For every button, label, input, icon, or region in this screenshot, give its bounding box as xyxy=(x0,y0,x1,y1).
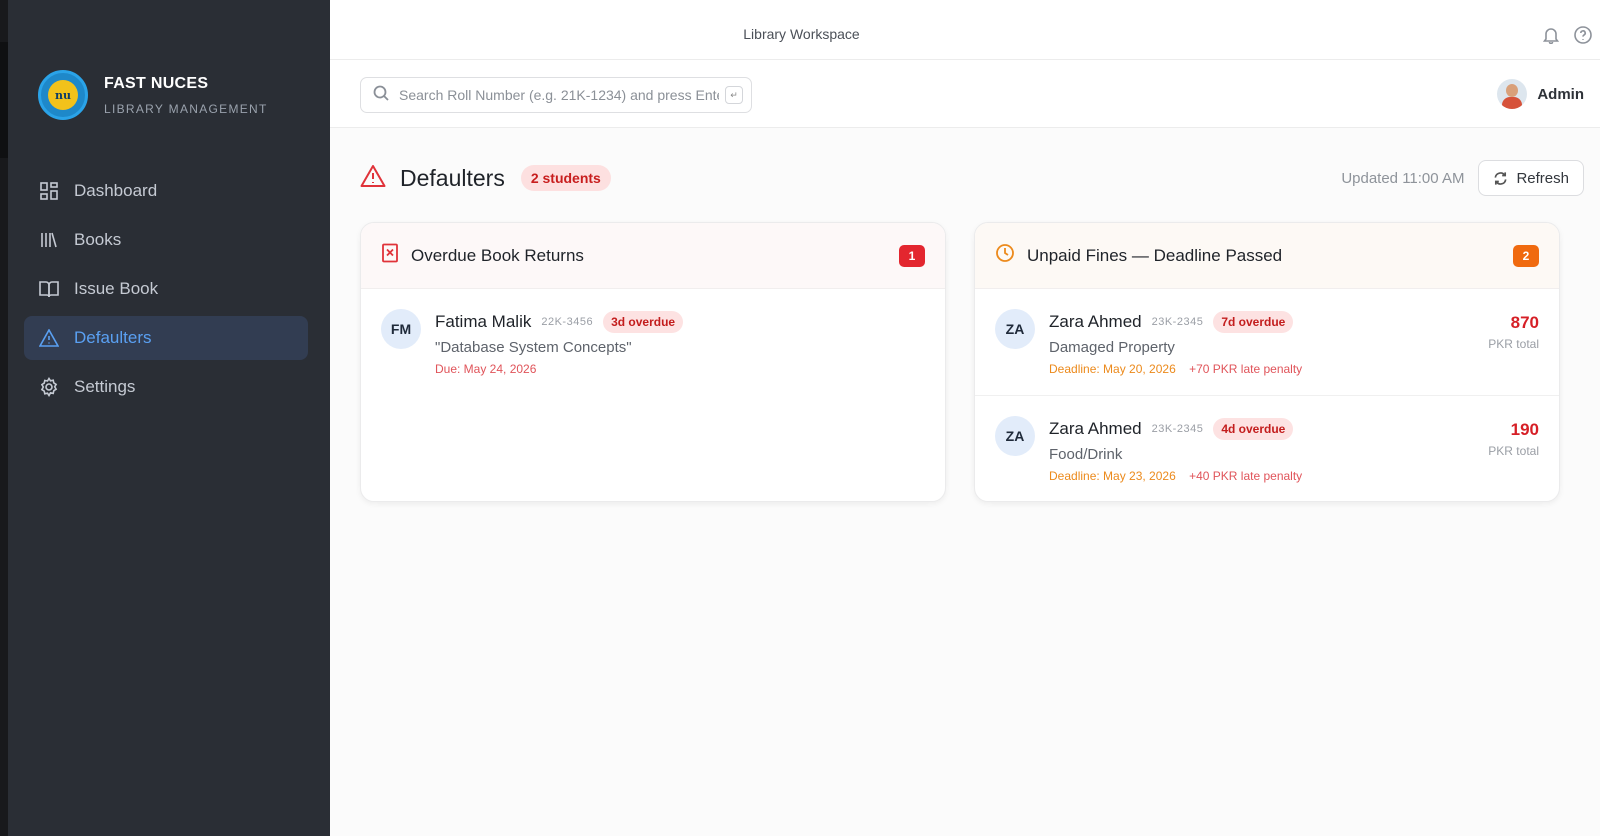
overdue-count-badge: 1 xyxy=(899,245,925,267)
brand: nu FAST NUCES LIBRARY MANAGEMENT xyxy=(38,70,268,120)
brand-title: FAST NUCES xyxy=(104,74,209,92)
search-bar: ↵ Admin xyxy=(330,60,1600,128)
brand-subtitle: LIBRARY MANAGEMENT xyxy=(104,101,268,116)
overdue-returns-card: Overdue Book Returns 1 FM Fatima Malik 2… xyxy=(360,222,946,502)
help-icon[interactable] xyxy=(1574,26,1592,49)
list-item[interactable]: ZA Zara Ahmed 23K-2345 7d overdue Damage… xyxy=(975,289,1559,395)
refresh-button[interactable]: Refresh xyxy=(1478,160,1584,196)
student-count-badge: 2 students xyxy=(520,165,611,191)
logo-text: nu xyxy=(55,88,71,102)
student-name: Zara Ahmed xyxy=(1049,312,1142,331)
student-avatar: FM xyxy=(381,309,421,349)
roll-number: 22K-3456 xyxy=(541,316,594,328)
overdue-badge: 4d overdue xyxy=(1213,418,1294,440)
main-content: Library Workspace ↵ Admin xyxy=(330,0,1600,836)
deadline-date: Deadline: May 20, 2026 xyxy=(1049,362,1176,376)
user-name: Admin xyxy=(1537,85,1584,103)
workspace-title: Library Workspace xyxy=(743,26,860,42)
fine-unit: PKR total xyxy=(1488,337,1539,351)
sidebar: nu FAST NUCES LIBRARY MANAGEMENT Dashboa… xyxy=(8,0,330,836)
app-window: nu FAST NUCES LIBRARY MANAGEMENT Dashboa… xyxy=(8,0,1600,836)
student-name: Zara Ahmed xyxy=(1049,419,1142,438)
book-x-icon xyxy=(381,243,399,268)
warning-icon xyxy=(38,327,60,349)
unpaid-fines-card: Unpaid Fines — Deadline Passed 2 ZA Zara… xyxy=(974,222,1560,502)
clock-icon xyxy=(995,243,1015,268)
roll-number: 23K-2345 xyxy=(1151,316,1204,328)
sidebar-item-label: Issue Book xyxy=(74,279,159,298)
open-book-icon xyxy=(38,278,60,300)
sidebar-nav: Dashboard Books Issue Book Defaulters Se… xyxy=(24,169,308,414)
refresh-icon xyxy=(1494,171,1507,185)
gear-icon xyxy=(38,376,60,398)
fine-unit: PKR total xyxy=(1488,444,1539,458)
avatar xyxy=(1497,79,1528,109)
sidebar-item-label: Defaulters xyxy=(74,328,152,347)
due-date: Due: May 24, 2026 xyxy=(435,362,537,376)
late-penalty: +70 PKR late penalty xyxy=(1189,362,1303,376)
updated-timestamp: Updated 11:00 AM xyxy=(1341,169,1465,187)
card-title: Unpaid Fines — Deadline Passed xyxy=(1027,245,1283,265)
student-avatar: ZA xyxy=(995,416,1035,456)
sidebar-item-defaulters[interactable]: Defaulters xyxy=(24,316,308,360)
overdue-badge: 3d overdue xyxy=(603,311,684,333)
enter-key-hint: ↵ xyxy=(725,86,743,104)
search-icon xyxy=(373,85,389,106)
student-name: Fatima Malik xyxy=(435,312,532,331)
page-header: Defaulters 2 students Updated 11:00 AM R… xyxy=(360,160,1584,196)
sidebar-item-dashboard[interactable]: Dashboard xyxy=(24,169,308,213)
fines-count-badge: 2 xyxy=(1513,245,1539,267)
dashboard-icon xyxy=(38,180,60,202)
fine-reason: Food/Drink xyxy=(1049,446,1123,463)
user-menu[interactable]: Admin xyxy=(1497,79,1584,109)
sidebar-item-label: Settings xyxy=(74,377,136,396)
refresh-label: Refresh xyxy=(1516,169,1569,187)
deadline-date: Deadline: May 23, 2026 xyxy=(1049,469,1176,483)
fine-reason: Damaged Property xyxy=(1049,339,1175,356)
roll-number-search: ↵ xyxy=(360,77,752,113)
book-title: "Database System Concepts" xyxy=(435,339,632,356)
page-title: Defaulters xyxy=(400,164,505,191)
sidebar-item-label: Books xyxy=(74,230,122,249)
search-input[interactable] xyxy=(399,87,719,103)
fine-amount: 190 xyxy=(1510,420,1539,439)
list-item[interactable]: FM Fatima Malik 22K-3456 3d overdue "Dat… xyxy=(361,289,945,395)
sidebar-item-books[interactable]: Books xyxy=(24,218,308,262)
bell-icon[interactable] xyxy=(1542,26,1560,49)
card-header: Overdue Book Returns 1 xyxy=(361,223,945,289)
card-header: Unpaid Fines — Deadline Passed 2 xyxy=(975,223,1559,289)
top-bar: Library Workspace xyxy=(330,0,1600,60)
books-icon xyxy=(38,229,60,251)
sidebar-item-label: Dashboard xyxy=(74,181,158,200)
sidebar-item-settings[interactable]: Settings xyxy=(24,365,308,409)
late-penalty: +40 PKR late penalty xyxy=(1189,469,1303,483)
student-avatar: ZA xyxy=(995,309,1035,349)
window-edge xyxy=(0,0,8,836)
sidebar-item-issue-book[interactable]: Issue Book xyxy=(24,267,308,311)
fine-amount: 870 xyxy=(1510,313,1539,332)
warning-icon xyxy=(360,164,386,193)
overdue-badge: 7d overdue xyxy=(1213,311,1294,333)
roll-number: 23K-2345 xyxy=(1151,423,1204,435)
card-title: Overdue Book Returns xyxy=(411,245,584,265)
university-logo: nu xyxy=(38,70,88,120)
list-item[interactable]: ZA Zara Ahmed 23K-2345 4d overdue Food/D… xyxy=(975,395,1559,501)
